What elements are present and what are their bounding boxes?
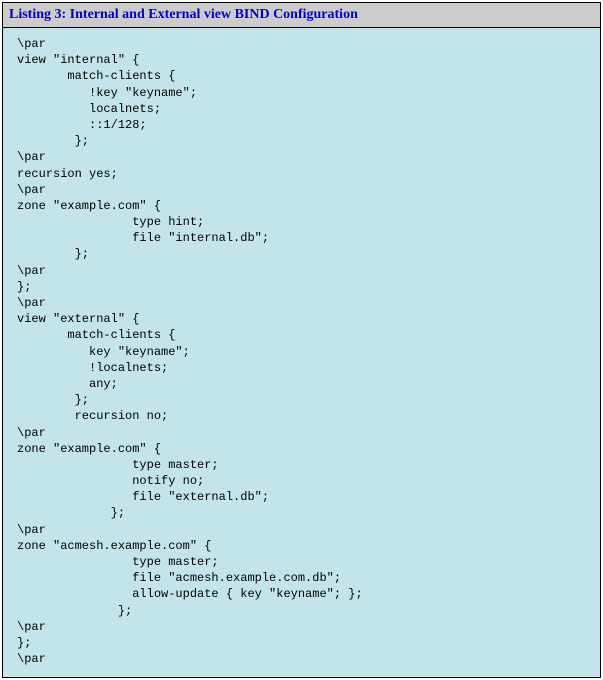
listing-code: \par view "internal" { match-clients { !… xyxy=(3,28,600,677)
code-listing: Listing 3: Internal and External view BI… xyxy=(2,2,601,678)
listing-caption: Listing 3: Internal and External view BI… xyxy=(3,3,600,28)
